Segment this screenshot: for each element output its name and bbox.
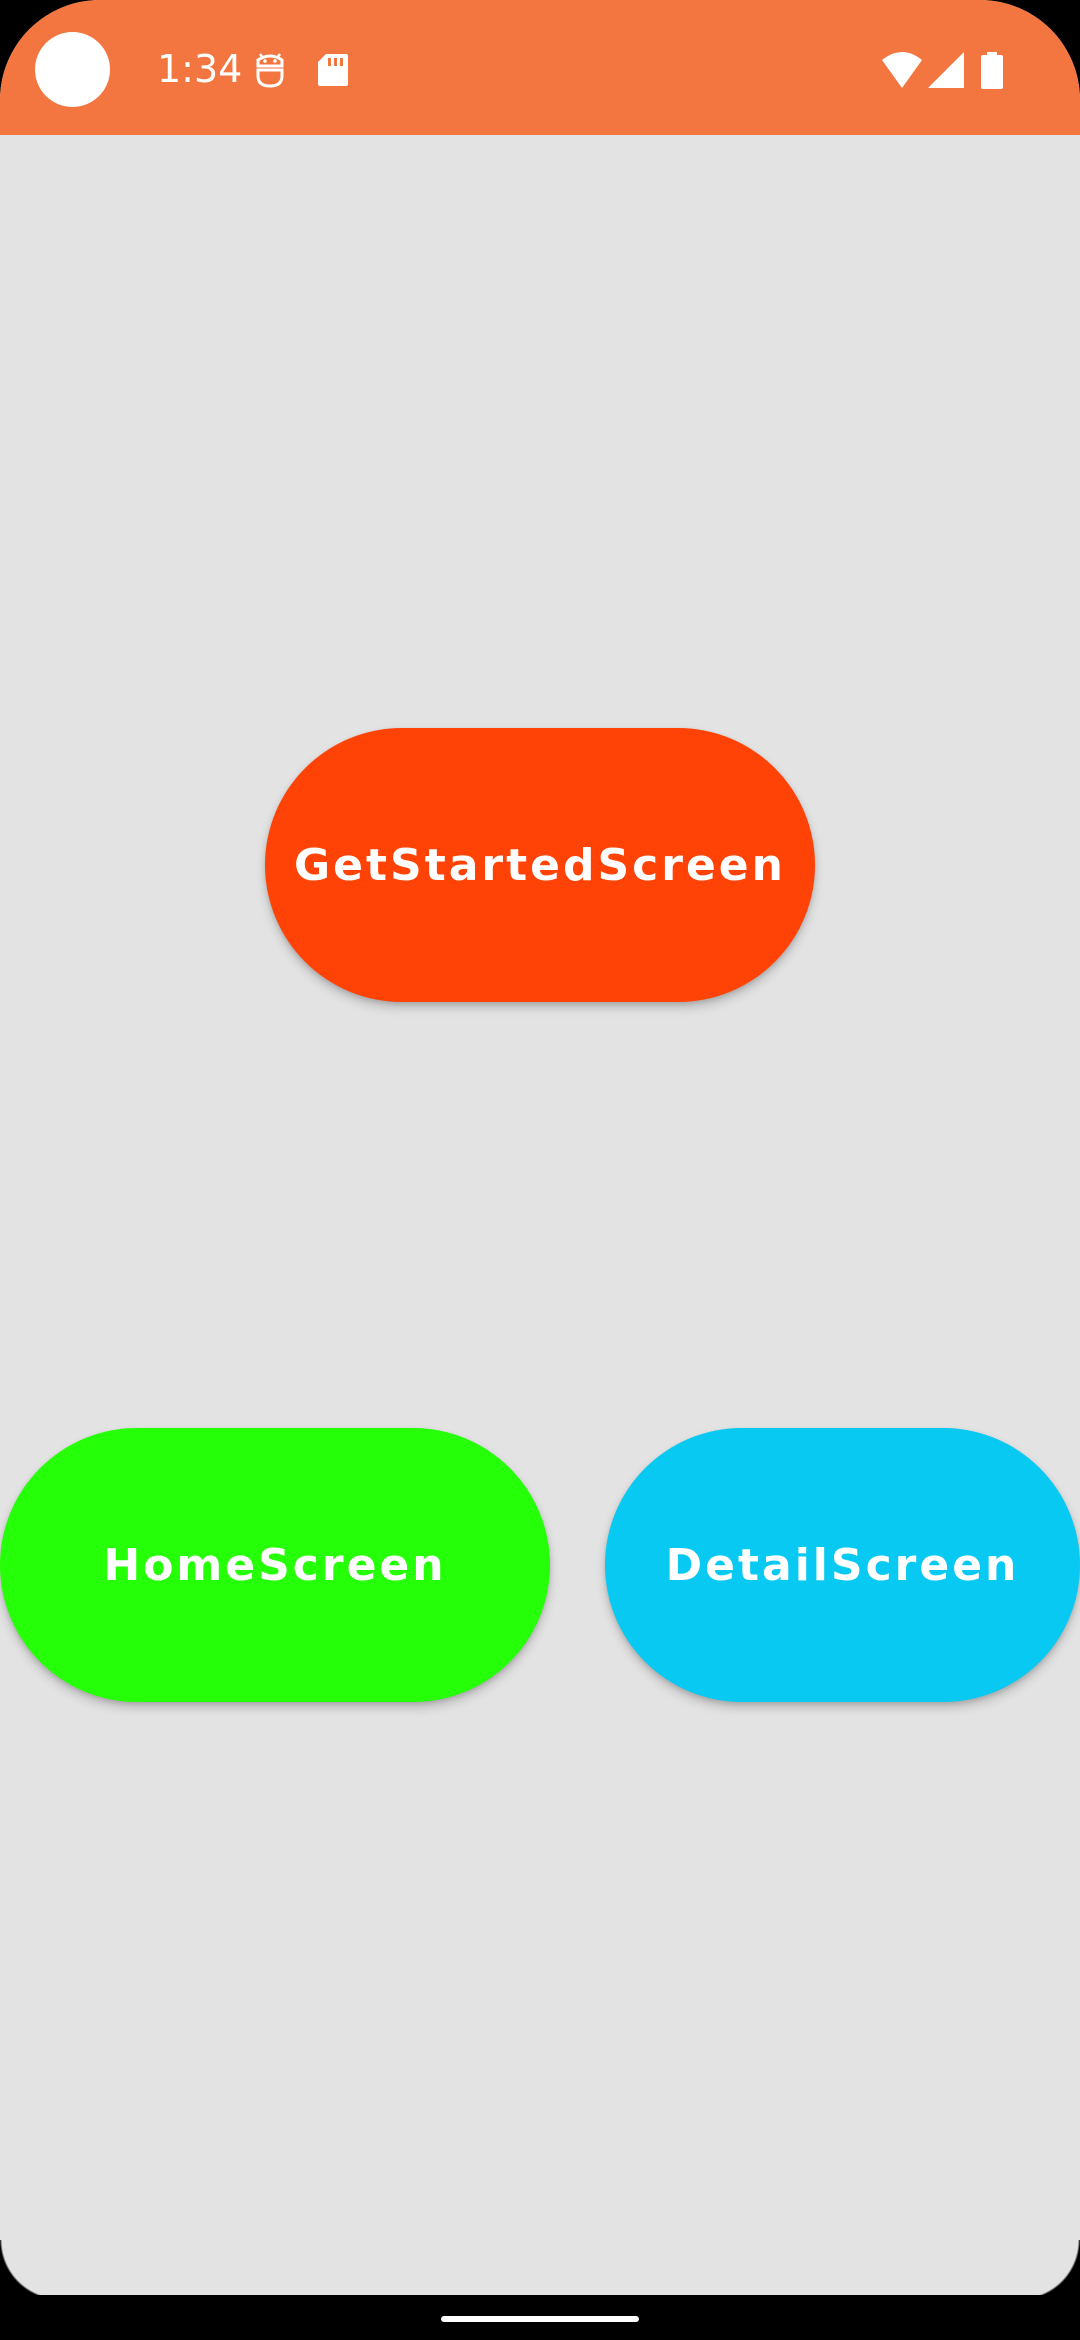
detail-screen-button[interactable]: DetailScreen [605,1428,1080,1702]
app-screen: 1:34 GetStartedScreen HomeScreen DetailS… [0,0,1080,2340]
status-time: 1:34 [157,47,243,91]
screen-corner-right [1020,2240,1080,2300]
camera-cutout [35,32,110,107]
home-screen-button[interactable]: HomeScreen [0,1428,550,1702]
status-bar: 1:34 [0,0,1080,135]
android-debug-icon [250,50,290,90]
wifi-icon [880,50,924,90]
screen-corner-left [0,2240,60,2300]
home-gesture-handle[interactable] [441,2316,639,2322]
home-screen-button-label: HomeScreen [103,1539,447,1591]
battery-icon [980,50,1004,90]
get-started-screen-button-label: GetStartedScreen [294,839,786,891]
detail-screen-button-label: DetailScreen [665,1539,1020,1591]
get-started-screen-button[interactable]: GetStartedScreen [265,728,815,1002]
sd-card-icon [312,50,352,90]
signal-icon [928,50,964,90]
